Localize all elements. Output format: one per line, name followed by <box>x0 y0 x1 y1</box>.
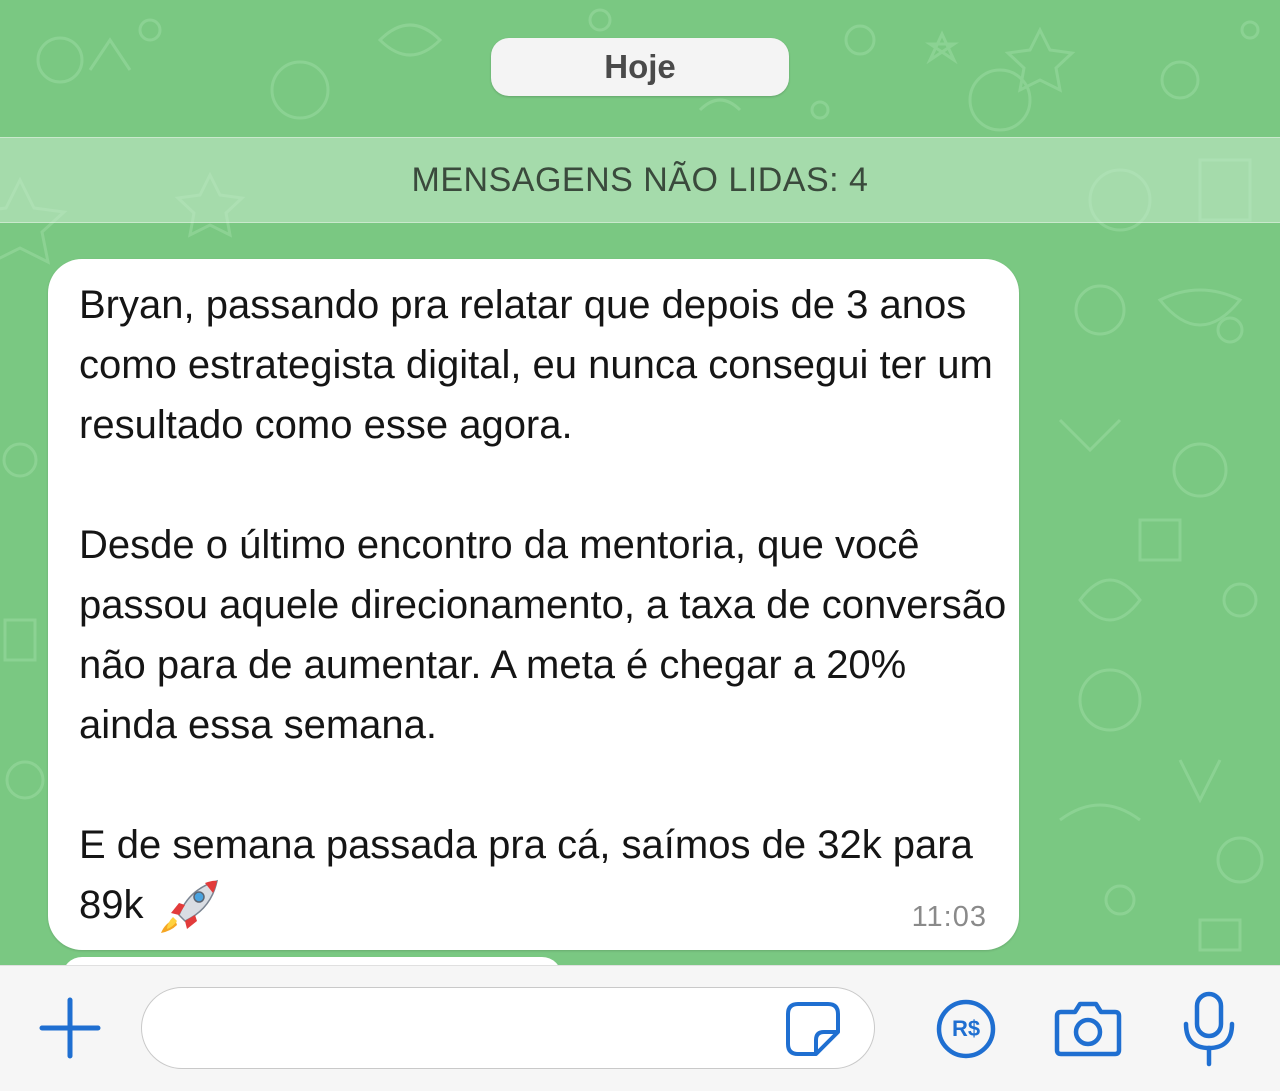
date-separator: Hoje <box>491 38 789 96</box>
message-paragraph: Desde o último encontro da mentoria, que… <box>79 523 1007 747</box>
rocket-emoji-icon <box>160 880 218 934</box>
date-label: Hoje <box>604 48 676 85</box>
message-timestamp: 11:03 <box>911 901 987 933</box>
message-paragraph: Bryan, passando pra relatar que depois d… <box>79 283 993 447</box>
sticker-icon[interactable] <box>784 1000 842 1058</box>
incoming-message-bubble[interactable]: Bryan, passando pra relatar que depois d… <box>48 259 1019 950</box>
message-composer: R$ <box>0 965 1280 1091</box>
pix-payment-icon[interactable] <box>935 998 997 1060</box>
microphone-icon[interactable] <box>1180 990 1238 1068</box>
unread-label: MENSAGENS NÃO LIDAS: 4 <box>411 160 869 199</box>
camera-icon[interactable] <box>1053 998 1123 1058</box>
plus-icon[interactable] <box>36 994 104 1062</box>
message-input[interactable] <box>141 987 875 1069</box>
unread-messages-divider: MENSAGENS NÃO LIDAS: 4 <box>0 137 1280 223</box>
message-paragraph-with-emoji: E de semana passada pra cá, saímos de 32… <box>79 815 1009 935</box>
